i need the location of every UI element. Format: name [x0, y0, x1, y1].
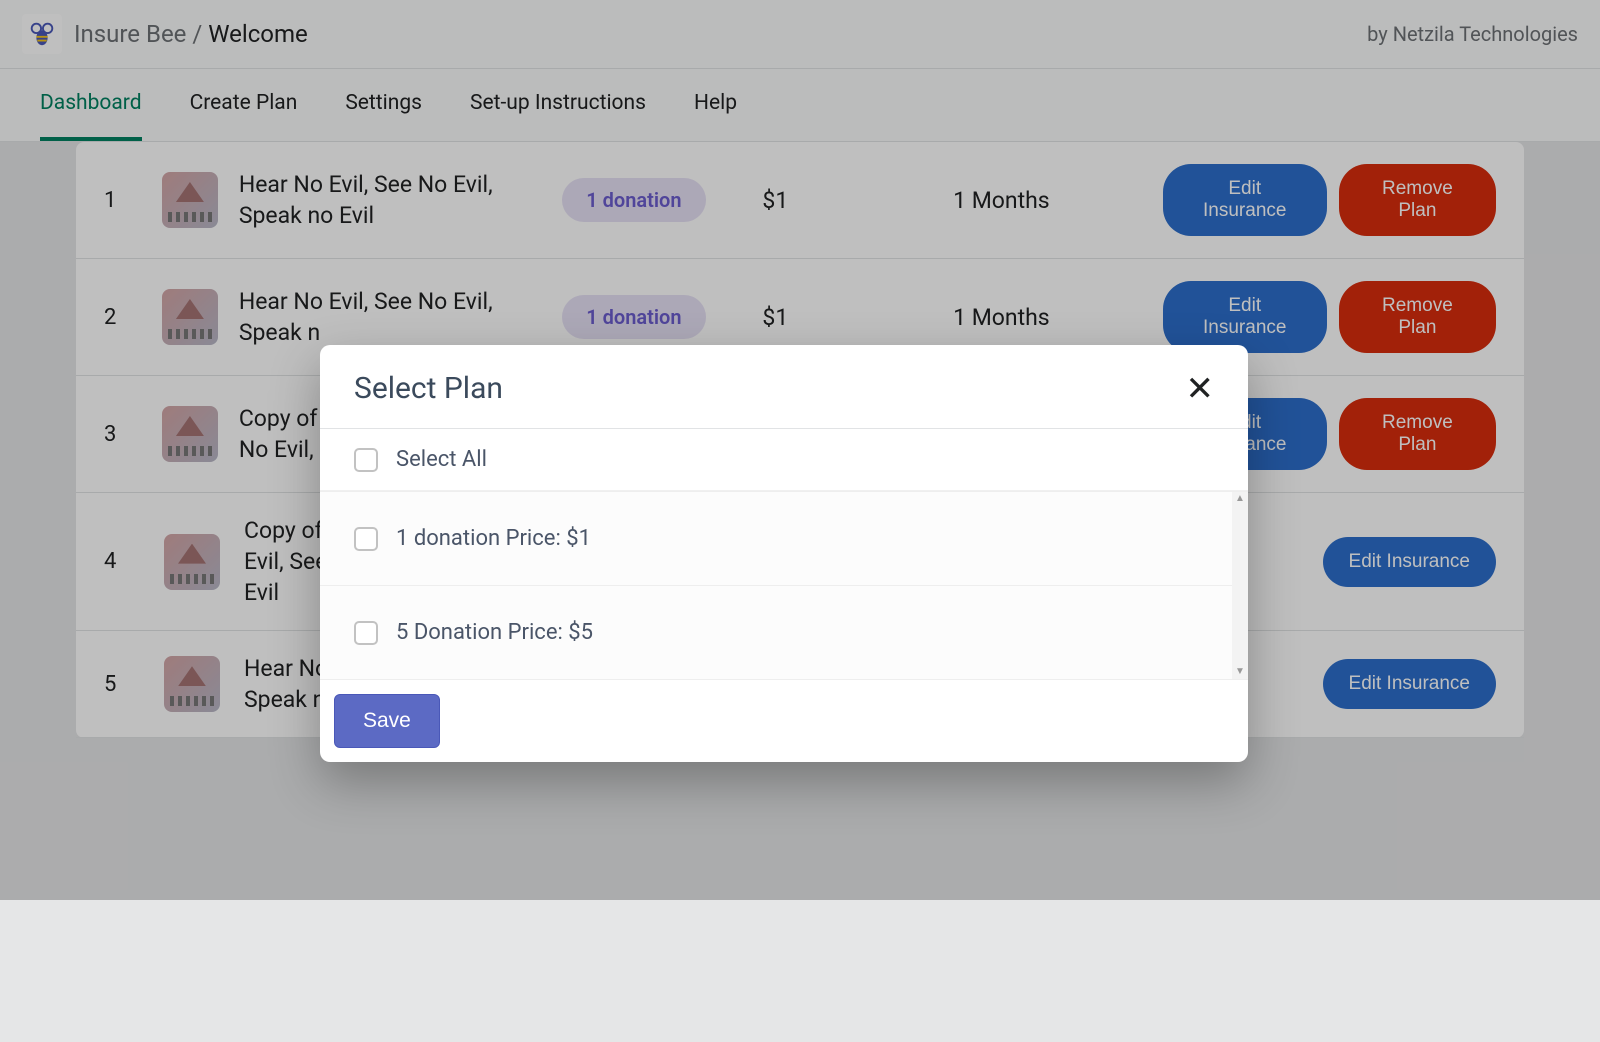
plan-option-label: 5 Donation Price: $5 [396, 620, 593, 645]
save-button[interactable]: Save [334, 694, 440, 748]
scrollbar[interactable]: ▲ ▼ [1232, 492, 1248, 679]
select-plan-modal: Select Plan ✕ Select All 1 donation Pric… [320, 345, 1248, 762]
modal-header: Select Plan ✕ [320, 345, 1248, 429]
plan-option-checkbox[interactable] [354, 621, 378, 645]
select-all-label: Select All [396, 447, 487, 472]
modal-footer: Save [320, 680, 1248, 762]
scroll-up-arrow-icon[interactable]: ▲ [1232, 492, 1248, 506]
modal-body: Select All 1 donation Price: $1 5 Donati… [320, 429, 1248, 680]
plan-option-checkbox[interactable] [354, 527, 378, 551]
options-scroll-area: 1 donation Price: $1 5 Donation Price: $… [320, 491, 1248, 680]
select-all-row: Select All [320, 429, 1248, 491]
scroll-down-arrow-icon[interactable]: ▼ [1232, 665, 1248, 679]
plan-option-label: 1 donation Price: $1 [396, 526, 591, 551]
plan-option-row: 1 donation Price: $1 [320, 492, 1248, 586]
select-all-checkbox[interactable] [354, 448, 378, 472]
close-icon[interactable]: ✕ [1186, 372, 1215, 406]
plan-option-row: 5 Donation Price: $5 [320, 586, 1248, 679]
modal-title: Select Plan [354, 371, 503, 406]
